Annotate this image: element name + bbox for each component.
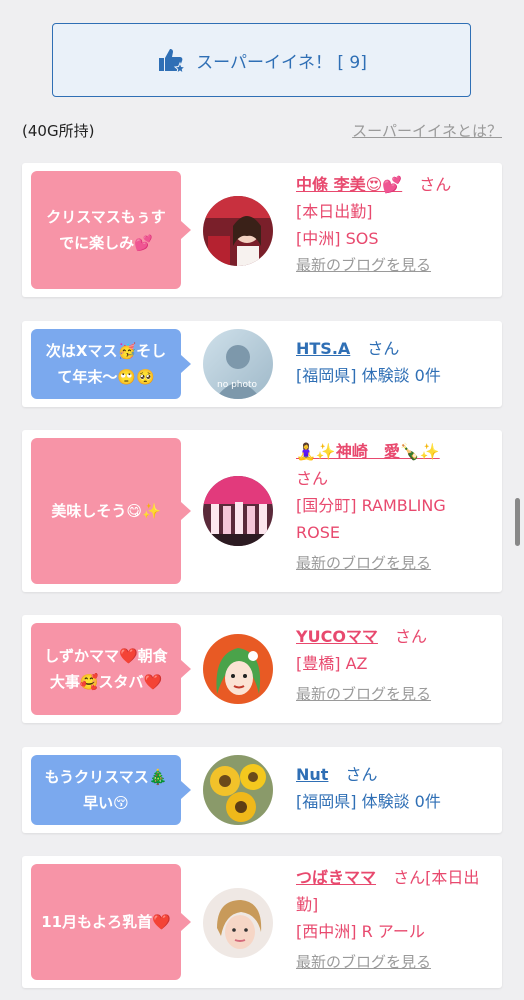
comment-bubble: しずかママ❤️朝食大事🥰スタバ❤️: [31, 623, 191, 715]
avatar[interactable]: [203, 196, 273, 266]
avatar[interactable]: [203, 755, 273, 825]
avatar[interactable]: [203, 888, 273, 958]
profile-text: [福岡県] 体験談 0件: [296, 366, 441, 385]
honorific: さん: [395, 627, 428, 646]
profile-text: [福岡県] 体験談 0件: [296, 792, 441, 811]
list-item[interactable]: 11月もよろ乳首❤️ つばきママ さん[本日出勤] [西中洲] R アール 最新…: [22, 856, 502, 988]
list-item[interactable]: 美味しそう😋✨ 🧘‍♀️✨神崎 愛🍾✨ さん [国分町] RAMBLING RO…: [22, 430, 502, 592]
latest-blog-link[interactable]: 最新のブログを見る: [296, 949, 490, 976]
honorific: さん: [419, 175, 452, 194]
avatar[interactable]: no photo: [203, 329, 273, 399]
honorific: さん: [367, 339, 400, 358]
latest-blog-link[interactable]: 最新のブログを見る: [296, 252, 490, 279]
super-like-label: スーパーイイネ！ [ 9]: [196, 52, 367, 73]
scrollbar[interactable]: [515, 498, 520, 546]
user-name-link[interactable]: つばきママ: [296, 868, 376, 887]
avatar[interactable]: [203, 476, 273, 546]
shop-text: [豊橋] AZ: [296, 654, 368, 673]
user-name-link[interactable]: Nut: [296, 765, 328, 784]
comment-bubble: 次はXマス🥳そして年末〜🙄🥺: [31, 329, 191, 399]
comment-bubble: 11月もよろ乳首❤️: [31, 864, 191, 980]
latest-blog-link[interactable]: 最新のブログを見る: [296, 550, 490, 577]
latest-blog-link[interactable]: 最新のブログを見る: [296, 681, 490, 708]
user-name-link[interactable]: 中條 李美😍💕: [296, 175, 402, 194]
status-text: [本日出勤]: [296, 202, 373, 221]
honorific: さん: [296, 469, 329, 488]
honorific: さん: [345, 765, 378, 784]
owned-points: (40G所持): [22, 122, 95, 140]
shop-text: [中洲] SOS: [296, 229, 379, 248]
comment-bubble: クリスマスもぅすでに楽しみ💕: [31, 171, 191, 289]
comment-bubble: 美味しそう😋✨: [31, 438, 191, 584]
list-item[interactable]: クリスマスもぅすでに楽しみ💕 中條 李美😍💕 さん [本日出勤] [中洲] SO…: [22, 163, 502, 297]
user-name-link[interactable]: YUCOママ: [296, 627, 378, 646]
no-photo-text: no photo: [217, 380, 258, 390]
comment-bubble: もうクリスマス🎄早い😚: [31, 755, 191, 825]
thumbs-up-star-icon: [159, 49, 187, 75]
shop-text: [西中洲] R アール: [296, 922, 425, 941]
list-item[interactable]: 次はXマス🥳そして年末〜🙄🥺 no photo HTS.A さん [福岡県] 体…: [22, 321, 502, 407]
shop-text: [国分町] RAMBLING ROSE: [296, 496, 446, 542]
super-like-button[interactable]: スーパーイイネ！ [ 9]: [52, 23, 471, 97]
list-item[interactable]: しずかママ❤️朝食大事🥰スタバ❤️ YUCOママ さん [豊橋] AZ 最新のブ…: [22, 615, 502, 723]
list-item[interactable]: もうクリスマス🎄早い😚 Nut さん [福岡県] 体験談 0件: [22, 747, 502, 833]
what-is-super-like-link[interactable]: スーパーイイネとは？: [352, 120, 502, 141]
avatar[interactable]: [203, 634, 273, 704]
user-name-link[interactable]: HTS.A: [296, 339, 350, 358]
user-name-link[interactable]: 🧘‍♀️✨神崎 愛🍾✨: [296, 442, 440, 461]
